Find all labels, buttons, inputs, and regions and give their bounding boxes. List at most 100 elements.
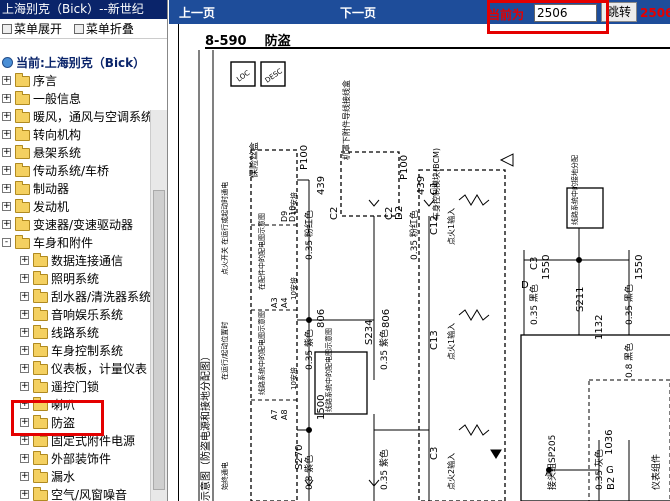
expand-menu-button[interactable]: 菜单展开 <box>2 22 62 36</box>
expand-toggle-icon[interactable]: + <box>2 166 11 175</box>
tree-item-label: 外部装饰件 <box>51 452 112 466</box>
tree-item[interactable]: + 变速器/变速驱动器 <box>0 216 167 234</box>
tree-item[interactable]: + 遥控门锁 <box>0 378 167 396</box>
next-page-link[interactable]: 下一页 <box>340 4 376 21</box>
tree-item[interactable]: + 刮水器/清洗器系统 <box>0 288 167 306</box>
expand-toggle-icon[interactable]: + <box>20 472 29 481</box>
conn-c12: C12 <box>429 215 440 235</box>
conn-c1: C1 <box>429 182 440 195</box>
folder-icon <box>33 487 48 501</box>
prev-page-link[interactable]: 上一页 <box>179 4 215 21</box>
wire-1550-a: 0.35 黑色 <box>528 284 540 325</box>
expand-toggle-icon[interactable]: + <box>20 436 29 445</box>
expand-toggle-icon[interactable]: + <box>2 76 11 85</box>
always-hot-label: 始终通电 <box>220 462 229 490</box>
expand-toggle-icon[interactable]: + <box>2 112 11 121</box>
tree-scrollbar-thumb[interactable] <box>153 190 165 490</box>
expand-toggle-icon[interactable]: + <box>2 220 11 229</box>
tree-item-label: 线路系统 <box>51 326 100 340</box>
pin-d9: D9 <box>280 211 289 222</box>
expand-toggle-icon[interactable]: + <box>20 454 29 463</box>
tree-scrollbar[interactable] <box>150 110 167 501</box>
tree-item-label: 仪表板，计量仪表 <box>51 362 148 376</box>
wire-806-b: 0.35 紫色 <box>378 329 390 370</box>
wiring-diagram: LOC DESC 保险丝盒 机罩下附件导线接线盒 车身控制模块(BCM) 线路系… <box>198 50 670 501</box>
tree-item[interactable]: + 传动系统/车桥 <box>0 162 167 180</box>
tree-item[interactable]: + 序言 <box>0 72 167 90</box>
folder-icon <box>33 307 48 321</box>
tree-item-label: 变速器/变速驱动器 <box>33 218 134 232</box>
tree-item[interactable]: + 漏水 <box>0 468 167 486</box>
expand-toggle-icon[interactable]: + <box>20 328 29 337</box>
tree-item[interactable]: - 车身和附件 <box>0 234 167 252</box>
pin-a4: A4 <box>280 297 289 308</box>
tree-item-label: 悬架系统 <box>33 146 82 160</box>
tree-item[interactable]: + 线路系统 <box>0 324 167 342</box>
collapse-menu-button[interactable]: 菜单折叠 <box>73 22 134 36</box>
wire-439-b: 0.35 粉红色 <box>408 210 420 260</box>
tree-item[interactable]: + 悬架系统 <box>0 144 167 162</box>
tree-item[interactable]: + 发动机 <box>0 198 167 216</box>
tree-item[interactable]: + 暖风，通风与空调系统 <box>0 108 167 126</box>
tree-item-label: 照明系统 <box>51 272 100 286</box>
highlight-box-nav <box>487 0 609 34</box>
folder-icon <box>33 253 48 267</box>
tree-view: + 序言 + 一般信息 + 暖风，通风与空调系统 + 转向机构 + 悬架系统 + 传动系统/车桥 + 制动… <box>0 72 167 501</box>
document-pane: 上一页 下一页 当前为 跳转 2506 8-590防盗 <box>169 0 670 501</box>
expand-toggle-icon[interactable]: + <box>2 94 11 103</box>
tree-item[interactable]: + 数据连接通信 <box>0 252 167 270</box>
tree-item[interactable]: + 音响娱乐系统 <box>0 306 167 324</box>
tree-item[interactable]: + 空气/风窗噪音 <box>0 486 167 501</box>
label-s234: S234 <box>364 320 375 345</box>
expand-toggle-icon[interactable]: + <box>2 148 11 157</box>
expand-toggle-icon[interactable]: + <box>20 346 29 355</box>
expand-toggle-icon[interactable]: + <box>20 274 29 283</box>
app-window: 上海别克（Bick）--新世纪 菜单展开 菜单折叠 当前:上海别克（Bick） … <box>0 0 670 501</box>
tree-item[interactable]: + 制动器 <box>0 180 167 198</box>
tree-item-label: 一般信息 <box>33 92 82 106</box>
tree-item[interactable]: + 外部装饰件 <box>0 450 167 468</box>
tree-item-label: 空气/风窗噪音 <box>51 488 128 501</box>
wire-1500-b: 0.35 紫色 <box>378 449 390 490</box>
tree-item[interactable]: + 仪表板，计量仪表 <box>0 360 167 378</box>
page-number-display: 2506 <box>640 6 670 20</box>
folder-icon <box>33 343 48 357</box>
app-title: 上海别克（Bick）--新世纪 <box>0 0 167 19</box>
tree-item[interactable]: + 一般信息 <box>0 90 167 108</box>
num-1132: 1132 <box>594 315 605 340</box>
expand-toggle-icon[interactable]: + <box>20 490 29 499</box>
ign-on-label: 点火开关 在运行或起动时通电 <box>220 182 229 275</box>
folder-icon <box>15 235 30 249</box>
expand-toggle-icon[interactable]: + <box>20 364 29 373</box>
tree-toolbar: 菜单展开 菜单折叠 <box>0 19 167 39</box>
tree-item-label: 遥控门锁 <box>51 380 100 394</box>
expand-icon <box>2 24 12 34</box>
tree-item[interactable]: + 照明系统 <box>0 270 167 288</box>
expand-toggle-icon[interactable]: + <box>20 382 29 391</box>
wire-1500: 0.8 紫色 <box>303 455 315 490</box>
num-439-a: 439 <box>316 176 327 195</box>
folder-icon <box>15 217 30 231</box>
expand-toggle-icon[interactable]: + <box>20 256 29 265</box>
expand-toggle-icon[interactable]: + <box>2 202 11 211</box>
folder-icon <box>33 361 48 375</box>
pin-d2: D2 <box>394 206 405 220</box>
tree-item[interactable]: + 转向机构 <box>0 126 167 144</box>
current-root[interactable]: 当前:上海别克（Bick） <box>2 54 145 71</box>
expand-toggle-icon[interactable]: + <box>2 184 11 193</box>
folder-icon <box>33 451 48 465</box>
pin-g: G <box>606 465 614 476</box>
tree-item[interactable]: + 车身控制系统 <box>0 342 167 360</box>
expand-toggle-icon[interactable]: + <box>20 292 29 301</box>
pin-a3: A3 <box>270 297 279 308</box>
nav-pane: 上海别克（Bick）--新世纪 菜单展开 菜单折叠 当前:上海别克（Bick） … <box>0 0 168 501</box>
collapse-toggle-icon[interactable]: - <box>2 238 11 247</box>
num-439-b: 439 <box>416 176 427 195</box>
instrument-cluster-label: 仪表组件 <box>650 454 662 490</box>
folder-icon <box>15 163 30 177</box>
expand-toggle-icon[interactable]: + <box>2 130 11 139</box>
engine-bay-label: 机罩下附件导线接线盒 <box>341 80 351 160</box>
label-p100-b: P100 <box>399 155 410 180</box>
expand-toggle-icon[interactable]: + <box>20 310 29 319</box>
hot-run-label: 在运行/起动位置时 <box>220 322 229 380</box>
